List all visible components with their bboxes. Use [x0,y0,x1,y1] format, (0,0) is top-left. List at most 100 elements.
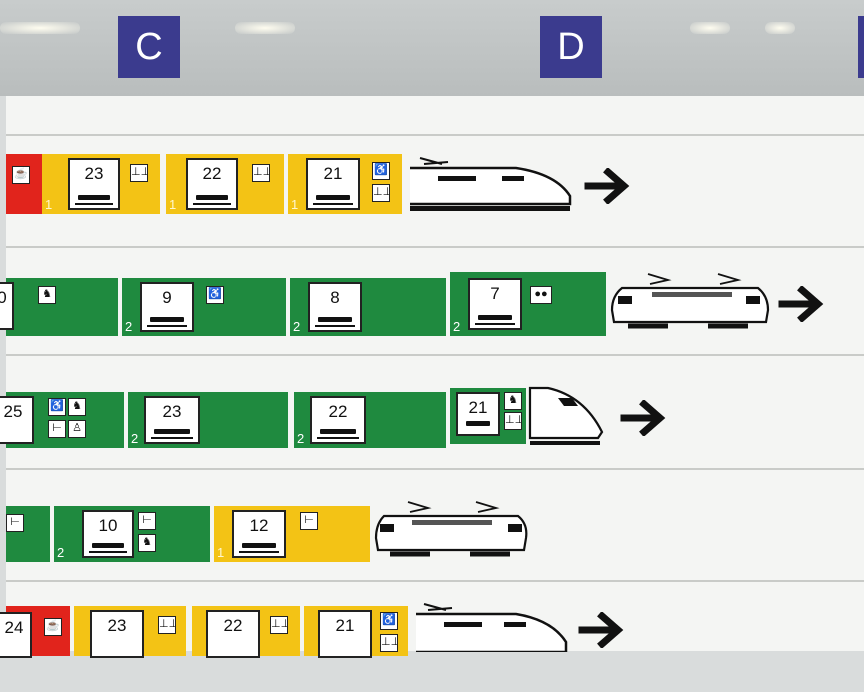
bed-icon: ⊢ [138,512,156,530]
coach-number: 7 [490,284,500,303]
train-row-2: 0 ♞ 9 ♿ 2 8 2 7 ●● 2 [0,246,864,358]
high-speed-train-nose-icon [410,157,572,211]
family-icon: ♞ [68,398,86,416]
coach-23: 23 ⊥⊥ 1 [42,154,160,214]
couchette-icon: ⊥⊥ [380,634,398,652]
coach-9: 9 ♿ 2 [122,278,286,336]
coach-number: 22 [328,402,348,421]
door-panel: 22 [310,396,366,444]
direction-arrow-icon [620,400,666,436]
door-panel: 12 [232,510,286,558]
coach-21: 21 ♿ ⊥⊥ 1 [288,154,402,214]
coach-23: 23 2 [128,392,288,448]
coach-21: 21 ♿ ⊥⊥ [304,606,408,658]
bed-icon: ⊢ [6,514,24,532]
sector-c-badge: C [118,16,180,78]
cab-car-icon [528,386,604,445]
seat-icon [466,421,490,426]
seat-icon [318,317,352,322]
restaurant-car: ☕ [6,154,42,214]
couchette-icon: ⊥⊥ [252,164,270,182]
class-number: 1 [169,197,177,212]
class-number: 1 [45,197,53,212]
couchette-icon: ⊥⊥ [504,412,522,430]
train-row-5: 24 ☕ 23 ⊥⊥ 22 ⊥⊥ 21 ♿ ⊥⊥ [0,580,864,692]
coach-7: 7 ●● 2 [450,272,606,336]
ceiling-light [765,22,795,34]
couchette-icon: ⊥⊥ [372,184,390,202]
seat-icon [320,429,356,434]
coach-number: 23 [107,616,127,635]
coach-number: 21 [468,398,488,417]
coach-25: 25 ♿ ♞ ⊢ ♙ [0,392,124,448]
class-number: 2 [453,319,461,334]
coach-number: 10 [98,516,118,535]
family-icon: ♞ [38,286,56,304]
locomotive-icon [374,501,528,557]
seat-icon [316,195,350,200]
coach-22: 22 ⊥⊥ 1 [166,154,284,214]
coach-23: 23 ⊥⊥ [74,606,186,658]
coach-partial: 0 ♞ [0,278,118,336]
coach-number: 9 [162,288,172,307]
coach-number: 8 [330,288,340,307]
door-panel: 10 [82,510,134,558]
restaurant-car: 24 ☕ [0,606,70,658]
class-number: 2 [297,431,305,446]
coach-12: 12 ⊢ 1 [214,506,370,562]
door-panel: 22 [186,158,238,210]
bed-icon: ⊢ [48,420,66,438]
class-number: 2 [293,319,301,334]
seat-icon [92,543,124,548]
coach-8: 8 2 [290,278,446,336]
coach-number: 0 [0,288,7,307]
coach-number: 23 [84,164,104,183]
sector-badge-partial [858,16,864,78]
direction-arrow-icon [584,168,630,204]
seat-icon [242,543,276,548]
class-number: 2 [131,431,139,446]
stroller-icon: ♞ [504,392,522,410]
door-panel: 21 [456,392,500,436]
restaurant-icon: ☕ [44,618,62,636]
family-icon: ♞ [138,534,156,552]
wheelchair-icon: ♿ [380,612,398,630]
door-panel: 7 [468,278,522,330]
ceiling-light [0,22,80,34]
children-icon: ♙ [68,420,86,438]
coach-number: 22 [202,164,222,183]
coach-number: 22 [223,616,243,635]
coach-number: 23 [162,402,182,421]
ceiling-light [235,22,295,34]
door-panel: 24 [0,612,32,658]
coach-number: 12 [249,516,269,535]
seat-icon [78,195,110,200]
train-row-3: 25 ♿ ♞ ⊢ ♙ 23 2 22 2 21 ♞ ⊥ [0,354,864,466]
coach-partial: ⊢ [6,506,50,562]
coach-number: 21 [335,616,355,635]
train-composition-board: ☕ 23 ⊥⊥ 1 22 ⊥⊥ 1 21 ♿ ⊥⊥ 1 [0,96,864,658]
wheelchair-icon: ♿ [206,286,224,304]
door-panel: 23 [68,158,120,210]
door-panel: 9 [140,282,194,332]
restaurant-icon: ☕ [12,166,30,184]
coach-10: 10 ⊢ ♞ 2 [54,506,210,562]
door-panel: 0 [0,282,14,330]
coach-number: 25 [3,402,23,421]
direction-arrow-icon [578,612,624,648]
coach-22: 22 ⊥⊥ [192,606,300,658]
direction-arrow-icon [778,286,824,322]
seat-icon [154,429,190,434]
train-row-1: ☕ 23 ⊥⊥ 1 22 ⊥⊥ 1 21 ♿ ⊥⊥ 1 [6,134,864,246]
door-panel: 21 [306,158,360,210]
wheelchair-icon: ♿ [372,162,390,180]
coach-number: 21 [323,164,343,183]
coach-number: 24 [4,618,24,637]
class-number: 2 [125,319,133,334]
train-row-4: ⊢ 10 ⊢ ♞ 2 12 ⊢ 1 [6,468,864,580]
coach-21: 21 ♞ ⊥⊥ [450,388,526,444]
sector-d-badge: D [540,16,602,78]
high-speed-train-nose-icon [416,603,568,652]
seat-icon [196,195,228,200]
locomotive-icon [610,273,770,329]
